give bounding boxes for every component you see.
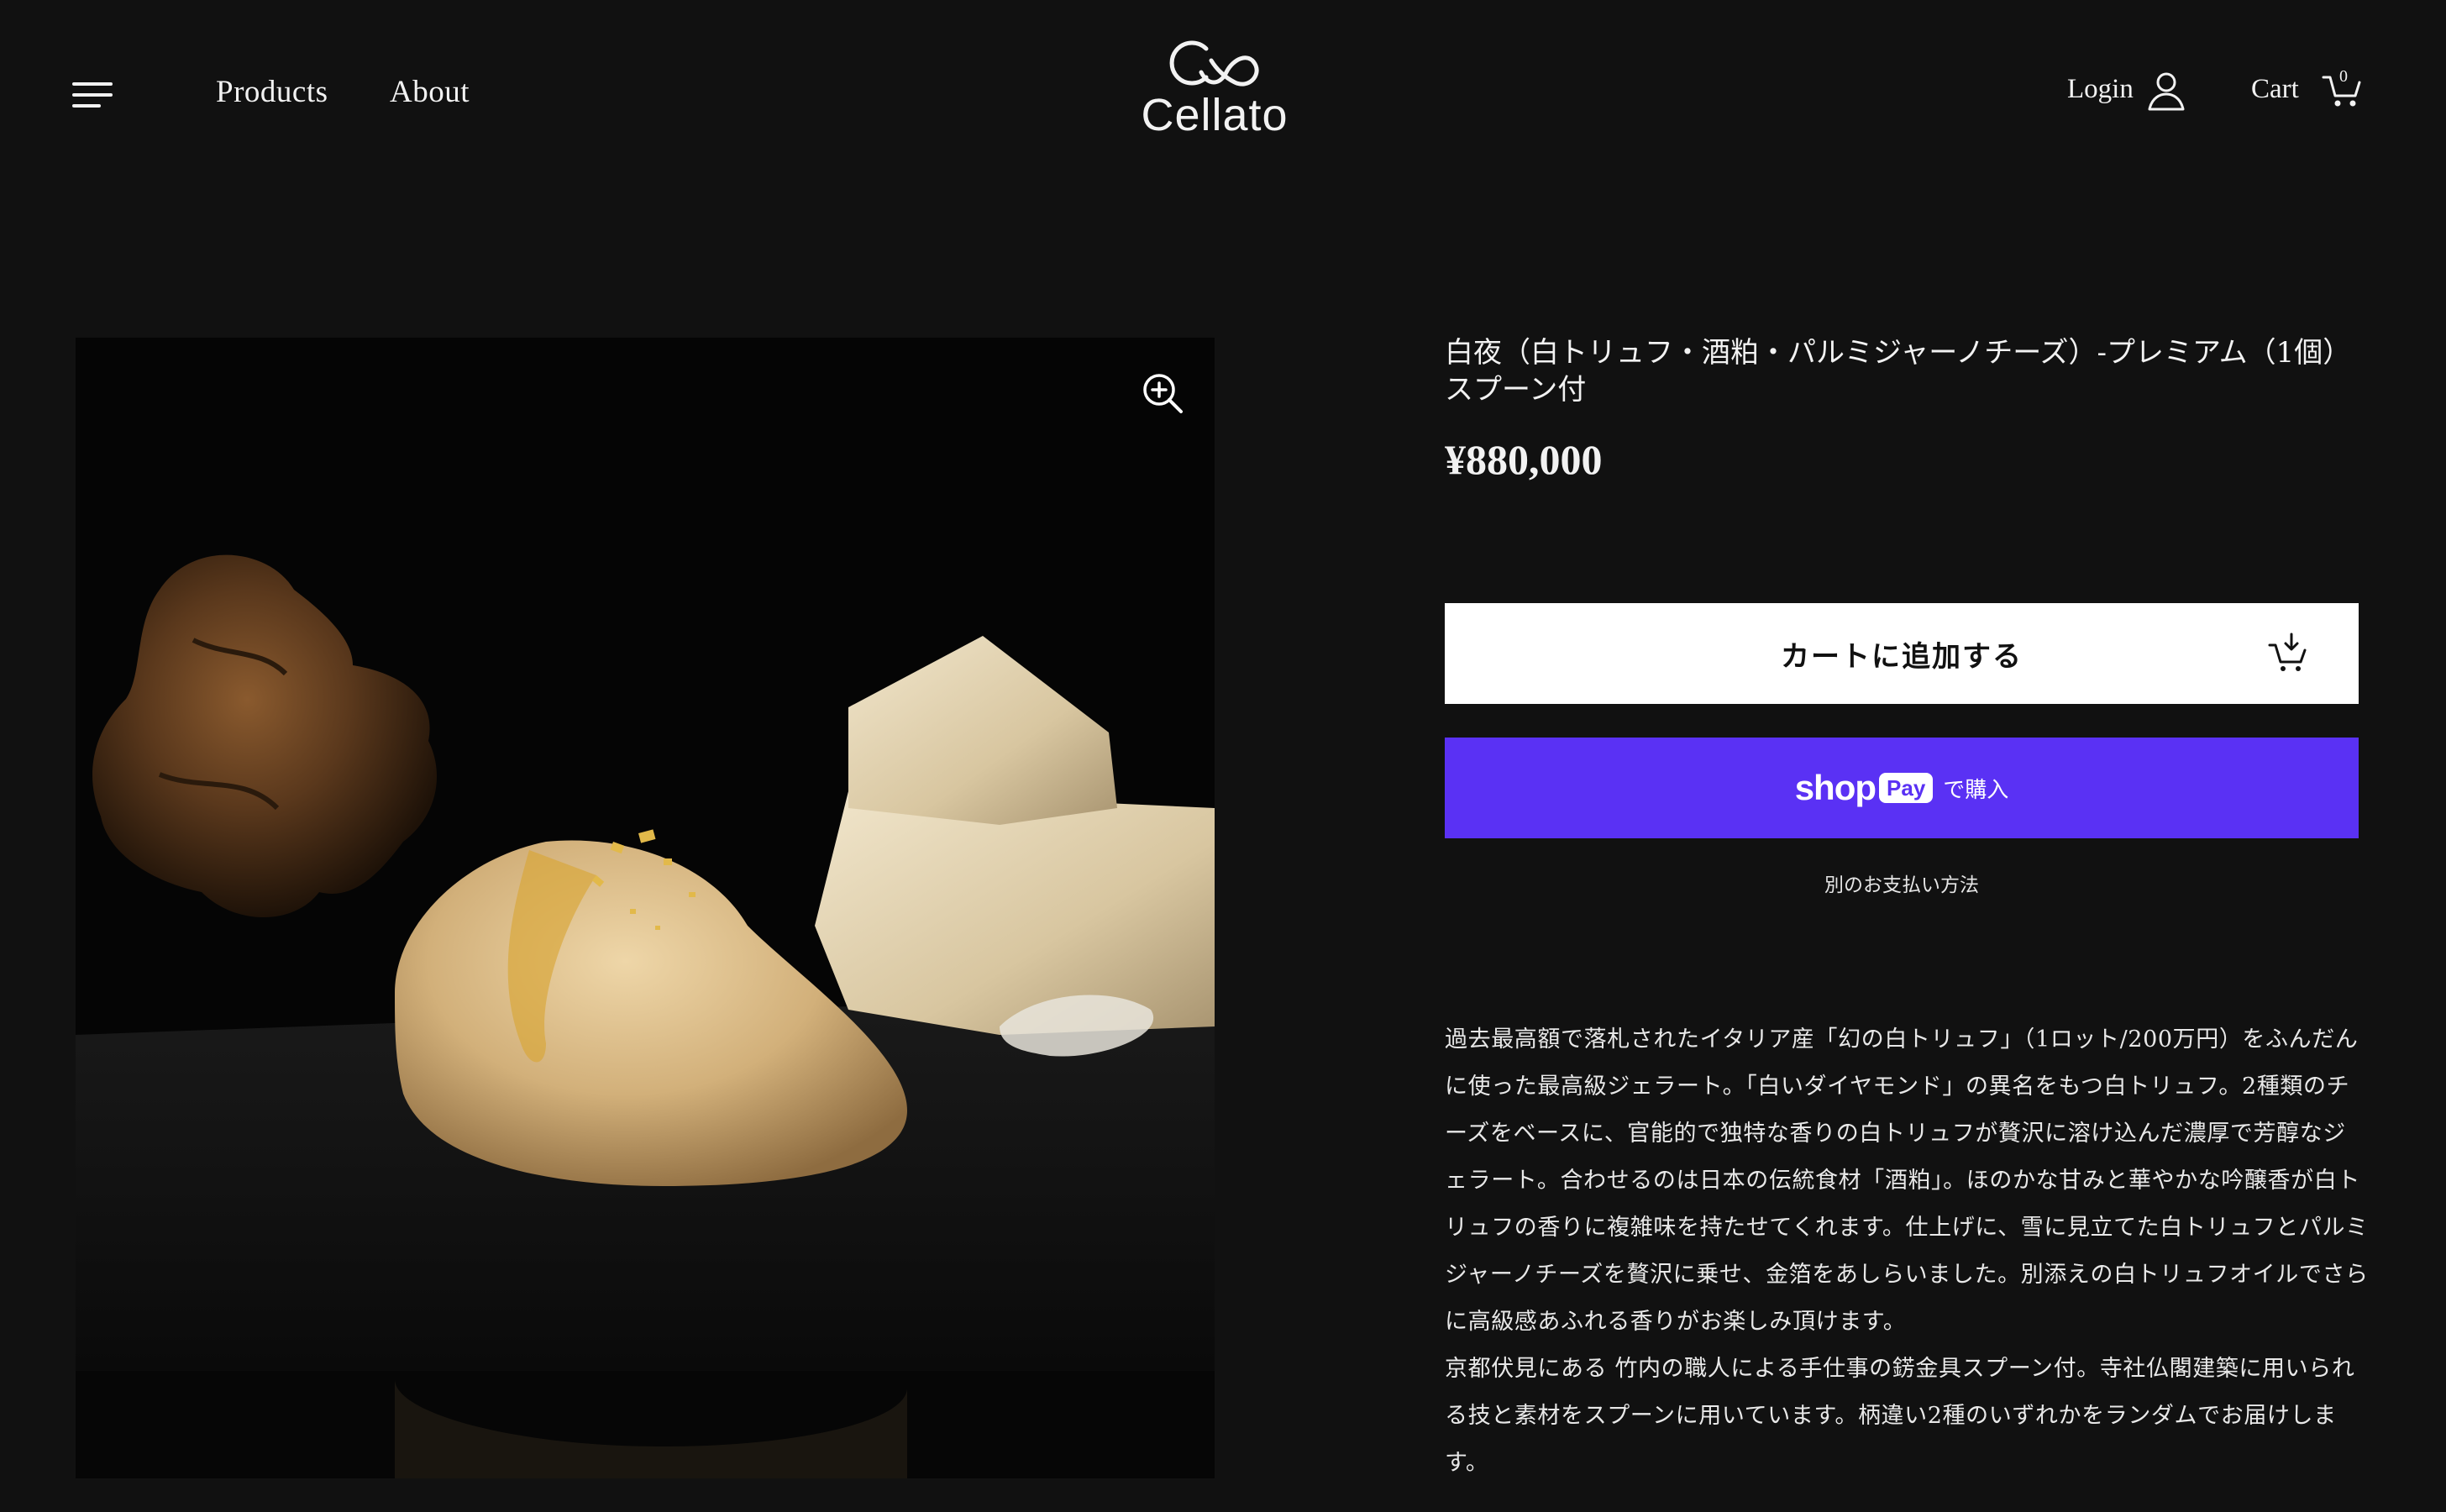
hamburger-menu-icon[interactable]	[72, 82, 116, 109]
add-to-cart-label: カートに追加する	[1781, 640, 2023, 674]
logo-text: Cellato	[1141, 90, 1289, 140]
product-description: 過去最高額で落札されたイタリア産「幻の白トリュフ」（1ロット/200万円）をふん…	[1445, 1016, 2369, 1487]
shop-pay-buy-label: で購入	[1943, 777, 2009, 803]
shop-pay-logo-text: shop	[1794, 768, 1876, 807]
product-image[interactable]	[76, 338, 1215, 1478]
site-logo[interactable]: Cellato	[1131, 35, 1299, 153]
site-header: Products About Cellato Login Cart 0	[0, 0, 2446, 176]
description-paragraph: 過去最高額で落札されたイタリア産「幻の白トリュフ」（1ロット/200万円）をふん…	[1445, 1026, 2369, 1335]
product-info: 白夜（白トリュフ・酒粕・パルミジャーノチーズ）-プレミアム（1個）スプーン付 ¥…	[1445, 334, 2368, 1476]
description-paragraph: 京都伏見にある 竹内の職人による手仕事の錺金具スプーン付。寺社仏閣建築に用いられ…	[1445, 1356, 2355, 1476]
user-icon[interactable]	[2147, 71, 2186, 111]
zoom-in-icon[interactable]	[1141, 371, 1186, 417]
cart-add-icon	[2268, 633, 2307, 671]
other-payment-methods-link[interactable]: 別のお支払い方法	[1445, 869, 2359, 897]
add-to-cart-button[interactable]: カートに追加する	[1445, 603, 2359, 704]
nav-products-link[interactable]: Products	[216, 74, 328, 110]
cellato-logo-mark-icon	[1169, 40, 1259, 87]
product-title: 白夜（白トリュフ・酒粕・パルミジャーノチーズ）-プレミアム（1個）スプーン付	[1445, 336, 2352, 407]
shop-pay-button[interactable]: shop Pay で購入	[1445, 738, 2359, 838]
nav-about-link[interactable]: About	[390, 74, 470, 110]
cart-count-badge: 0	[2339, 67, 2348, 86]
cart-link[interactable]: Cart	[2251, 74, 2299, 105]
product-photo	[76, 338, 1215, 1478]
login-link[interactable]: Login	[2067, 74, 2134, 105]
shop-pay-badge: Pay	[1879, 773, 1934, 803]
shop-pay-content: shop Pay で購入	[1445, 768, 2359, 808]
product-price: ¥880,000	[1445, 436, 1603, 483]
